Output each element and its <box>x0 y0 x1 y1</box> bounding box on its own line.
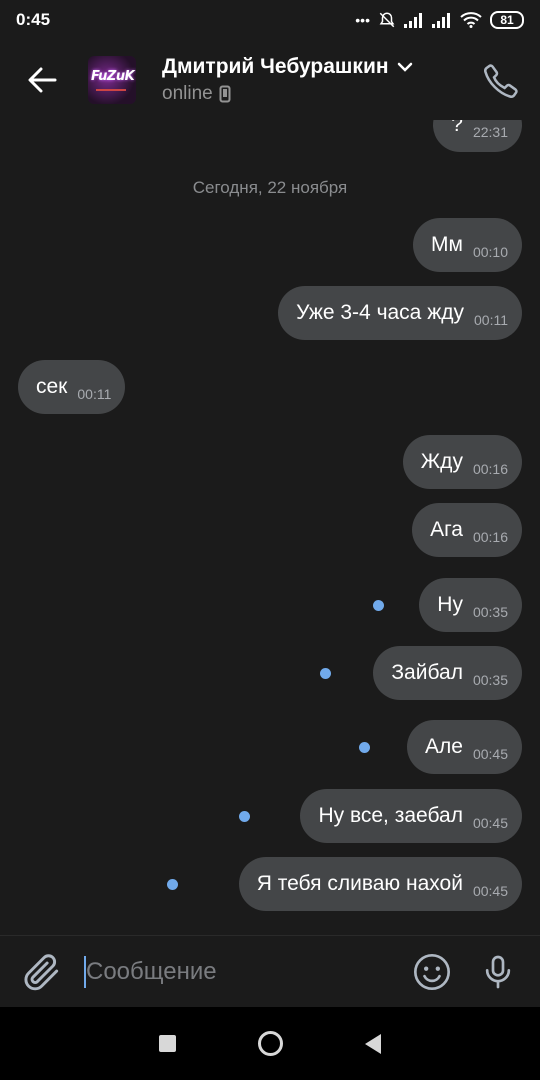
message-text: Мм <box>431 233 463 256</box>
text-caret <box>84 955 86 988</box>
mobile-device-icon <box>219 85 231 103</box>
message-text: Ага <box>430 518 463 541</box>
chat-title: Дмитрий Чебурашкин <box>162 55 389 78</box>
message-time: 00:35 <box>472 604 508 620</box>
message-time: 00:10 <box>472 244 508 260</box>
back-arrow-icon <box>28 67 57 93</box>
message-text: Жду <box>420 450 463 473</box>
message-text: Але <box>425 735 463 758</box>
message-bubble-out[interactable]: Мм 00:10 <box>413 218 522 272</box>
message-text: ? <box>451 120 463 136</box>
message-text: сек <box>36 375 68 398</box>
message-input[interactable]: Сообщение <box>84 952 412 992</box>
unread-dot <box>167 879 178 890</box>
unread-dot <box>320 668 331 679</box>
message-bubble-out[interactable]: Ну все, заебал 00:45 <box>300 789 522 843</box>
message-bubble-out[interactable]: Жду 00:16 <box>402 435 522 489</box>
message-bubble-out[interactable]: ? 22:31 <box>433 120 522 152</box>
message-time: 22:31 <box>472 124 508 140</box>
message-time: 00:11 <box>77 386 112 402</box>
message-text: Зайбал <box>391 661 463 684</box>
microphone-icon[interactable] <box>478 952 518 992</box>
status-icons: ••• 81 <box>355 11 524 29</box>
message-time: 00:35 <box>472 672 508 688</box>
back-button[interactable] <box>0 40 84 120</box>
message-text: Ну все, заебал <box>318 804 463 827</box>
signal-icon-2 <box>432 13 450 28</box>
message-bubble-out[interactable]: Я тебя сливаю нахой 00:45 <box>238 857 522 911</box>
message-bubble-out[interactable]: Але 00:45 <box>407 720 522 774</box>
paperclip-icon[interactable] <box>20 950 64 994</box>
message-bubble-out[interactable]: Уже 3-4 часа жду 00:11 <box>278 286 522 340</box>
unread-dot <box>359 742 370 753</box>
home-button[interactable] <box>258 1031 283 1056</box>
avatar[interactable]: FuZuK <box>88 56 136 104</box>
bell-muted-icon <box>379 12 395 28</box>
message-input-placeholder: Сообщение <box>86 957 217 985</box>
status-time: 0:45 <box>16 10 51 29</box>
online-status: online <box>162 83 213 104</box>
message-time: 00:16 <box>472 461 508 477</box>
more-dots-icon: ••• <box>355 12 370 28</box>
message-text: Уже 3-4 часа жду <box>296 301 464 324</box>
message-bubble-out[interactable]: Ну 00:35 <box>419 578 522 632</box>
message-text: Я тебя сливаю нахой <box>256 872 463 895</box>
message-time: 00:16 <box>472 529 508 545</box>
chevron-down-icon[interactable] <box>397 62 413 72</box>
chat-header: FuZuK Дмитрий Чебурашкин online <box>0 40 540 120</box>
system-nav-bar <box>0 1007 540 1080</box>
message-time: 00:45 <box>472 883 508 899</box>
message-bubble-out[interactable]: Ага 00:16 <box>412 503 522 557</box>
signal-icon <box>404 13 422 28</box>
phone-icon[interactable] <box>482 62 520 100</box>
chat-title-block[interactable]: Дмитрий Чебурашкин online <box>162 55 413 105</box>
date-separator: Сегодня, 22 ноября <box>192 178 348 197</box>
status-bar: 0:45 ••• 81 <box>0 0 540 40</box>
unread-dot <box>373 600 384 611</box>
system-back-button[interactable] <box>365 1033 381 1054</box>
message-time: 00:45 <box>472 746 508 762</box>
message-bubble-in[interactable]: сек 00:11 <box>18 360 126 414</box>
avatar-logo-text: FuZuK <box>91 69 135 84</box>
smile-icon[interactable] <box>412 952 452 992</box>
message-text: Ну <box>437 593 463 616</box>
unread-dot <box>239 811 250 822</box>
message-time: 00:11 <box>474 312 508 328</box>
recent-apps-button[interactable] <box>159 1035 176 1052</box>
battery-indicator: 81 <box>490 11 524 29</box>
wifi-icon <box>460 12 482 28</box>
message-composer: Сообщение <box>0 935 540 1007</box>
avatar-decor <box>96 89 126 91</box>
message-list[interactable]: ? 22:31 Сегодня, 22 ноября Мм 00:10 Уже … <box>0 120 540 935</box>
message-time: 00:45 <box>472 815 508 831</box>
message-bubble-out[interactable]: Зайбал 00:35 <box>373 646 522 700</box>
